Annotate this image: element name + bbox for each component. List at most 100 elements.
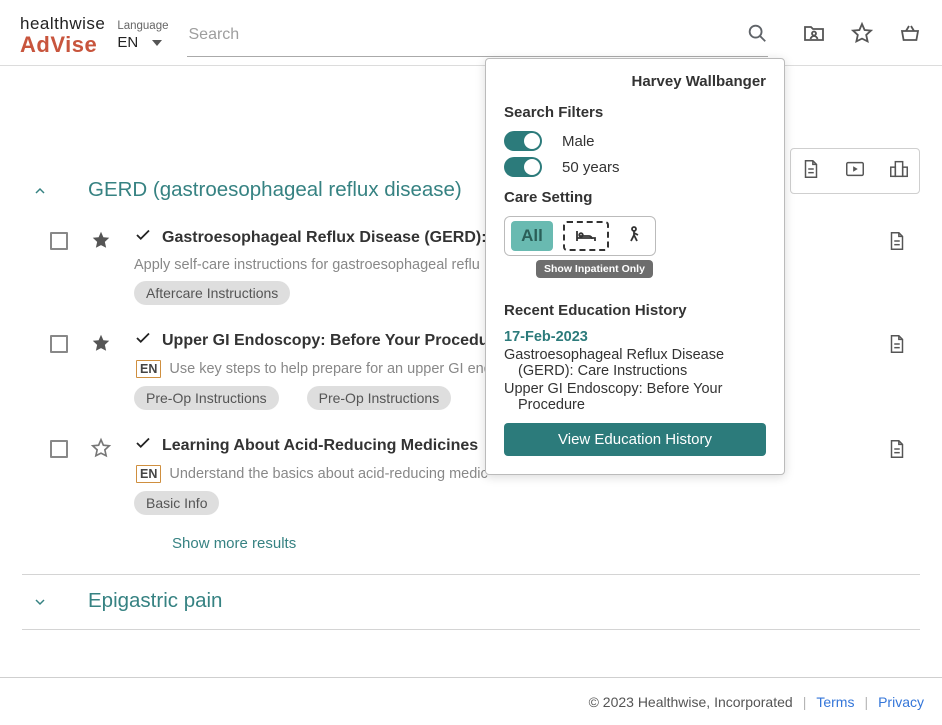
document-icon <box>886 333 908 355</box>
media-type-group <box>790 148 920 194</box>
section-title: Epigastric pain <box>88 589 222 613</box>
age-toggle[interactable] <box>504 157 542 177</box>
inpatient-tooltip: Show Inpatient Only <box>536 260 653 278</box>
recent-header: Recent Education History <box>504 302 766 319</box>
patient-name: Harvey Wallbanger <box>504 73 766 90</box>
top-icon-group <box>802 21 922 50</box>
open-document-button[interactable] <box>886 438 914 465</box>
document-icon <box>800 158 822 180</box>
check-icon <box>134 434 152 457</box>
sex-toggle[interactable] <box>504 131 542 151</box>
video-icon <box>844 158 866 180</box>
org-type-button[interactable] <box>888 158 910 185</box>
result-row: Upper GI Endoscopy: Before Your Procedur… <box>22 321 920 426</box>
result-title[interactable]: Gastroesophageal Reflux Disease (GERD): <box>162 229 487 247</box>
recent-item[interactable]: Gastroesophageal Reflux Disease <box>504 347 766 363</box>
terms-link[interactable]: Terms <box>816 694 854 710</box>
language-value-row: EN <box>117 34 168 51</box>
language-badge: EN <box>136 465 161 483</box>
star-filled-icon <box>90 332 112 354</box>
sex-label: Male <box>562 133 595 150</box>
tag[interactable]: Pre-Op Instructions <box>307 386 452 410</box>
top-bar: healthwise AdVise Language EN <box>0 0 942 66</box>
age-filter-row: 50 years <box>504 157 766 177</box>
select-checkbox[interactable] <box>50 232 68 250</box>
document-icon <box>886 230 908 252</box>
section-header-epigastric[interactable]: Epigastric pain <box>22 589 920 629</box>
basket-button[interactable] <box>898 21 922 50</box>
show-more-link[interactable]: Show more results <box>22 531 920 574</box>
seg-inpatient[interactable] <box>563 221 609 251</box>
brand-logo: healthwise AdVise <box>20 15 105 56</box>
search-icon <box>746 22 768 44</box>
section-divider <box>22 574 920 575</box>
recent-item[interactable]: Procedure <box>518 397 766 413</box>
star-icon <box>850 21 874 45</box>
care-setting-header: Care Setting <box>504 189 766 206</box>
result-title[interactable]: Upper GI Endoscopy: Before Your Procedur… <box>162 332 504 350</box>
star-toggle[interactable] <box>90 229 112 256</box>
result-row: Gastroesophageal Reflux Disease (GERD): … <box>22 218 920 321</box>
building-icon <box>888 158 910 180</box>
language-badge: EN <box>136 360 161 378</box>
tag[interactable]: Pre-Op Instructions <box>134 386 279 410</box>
select-checkbox[interactable] <box>50 335 68 353</box>
recent-item[interactable]: (GERD): Care Instructions <box>518 363 766 379</box>
results-list: Gastroesophageal Reflux Disease (GERD): … <box>22 218 920 531</box>
section-header-gerd[interactable]: GERD (gastroesophageal reflux disease) <box>22 170 920 218</box>
copyright: © 2023 Healthwise, Incorporated <box>589 694 793 710</box>
result-desc: Understand the basics about acid-reducin… <box>169 466 487 482</box>
recent-item[interactable]: Upper GI Endoscopy: Before Your <box>504 381 766 397</box>
star-toggle[interactable] <box>90 332 112 359</box>
language-label: Language <box>117 20 168 32</box>
section-divider <box>22 629 920 630</box>
folder-user-button[interactable] <box>802 21 826 50</box>
video-type-button[interactable] <box>844 158 866 185</box>
folder-user-icon <box>802 21 826 45</box>
check-icon <box>134 329 152 352</box>
star-toggle[interactable] <box>90 437 112 464</box>
select-checkbox[interactable] <box>50 440 68 458</box>
filters-header: Search Filters <box>504 104 766 121</box>
star-filled-icon <box>90 229 112 251</box>
footer-sep: | <box>803 694 807 710</box>
filter-panel: Harvey Wallbanger Search Filters Male 50… <box>485 58 785 475</box>
document-icon <box>886 438 908 460</box>
result-title[interactable]: Learning About Acid-Reducing Medicines <box>162 437 478 455</box>
seg-outpatient[interactable] <box>619 221 649 251</box>
basket-icon <box>898 21 922 45</box>
tag[interactable]: Aftercare Instructions <box>134 281 290 305</box>
care-setting-segments: All <box>504 216 656 256</box>
document-type-button[interactable] <box>800 158 822 185</box>
tag[interactable]: Basic Info <box>134 491 219 515</box>
favorites-button[interactable] <box>850 21 874 50</box>
search-button[interactable] <box>746 22 768 49</box>
main-content: GERD (gastroesophageal reflux disease) G… <box>0 66 942 658</box>
chevron-down-icon <box>32 594 48 610</box>
search-input[interactable] <box>187 18 747 52</box>
star-outline-icon <box>90 437 112 459</box>
sex-filter-row: Male <box>504 131 766 151</box>
check-icon <box>134 226 152 249</box>
chevron-down-icon <box>152 40 162 46</box>
person-walking-icon <box>622 224 646 248</box>
result-desc: Apply self-care instructions for gastroe… <box>134 257 480 273</box>
logo-line1: healthwise <box>20 15 105 33</box>
language-selector[interactable]: Language EN <box>117 20 168 51</box>
footer: © 2023 Healthwise, Incorporated | Terms … <box>0 677 942 725</box>
privacy-link[interactable]: Privacy <box>878 694 924 710</box>
open-document-button[interactable] <box>886 230 914 257</box>
result-row: Learning About Acid-Reducing Medicines E… <box>22 426 920 531</box>
search-field-wrap <box>187 15 769 57</box>
logo-line2: AdVise <box>20 33 105 56</box>
bed-icon <box>574 224 598 248</box>
age-label: 50 years <box>562 159 620 176</box>
chevron-up-icon <box>32 183 48 199</box>
recent-date: 17-Feb-2023 <box>504 329 766 345</box>
language-value: EN <box>117 34 138 51</box>
view-education-history-button[interactable]: View Education History <box>504 423 766 456</box>
section-title: GERD (gastroesophageal reflux disease) <box>88 178 462 202</box>
seg-all[interactable]: All <box>511 221 553 251</box>
open-document-button[interactable] <box>886 333 914 360</box>
footer-sep: | <box>864 694 868 710</box>
